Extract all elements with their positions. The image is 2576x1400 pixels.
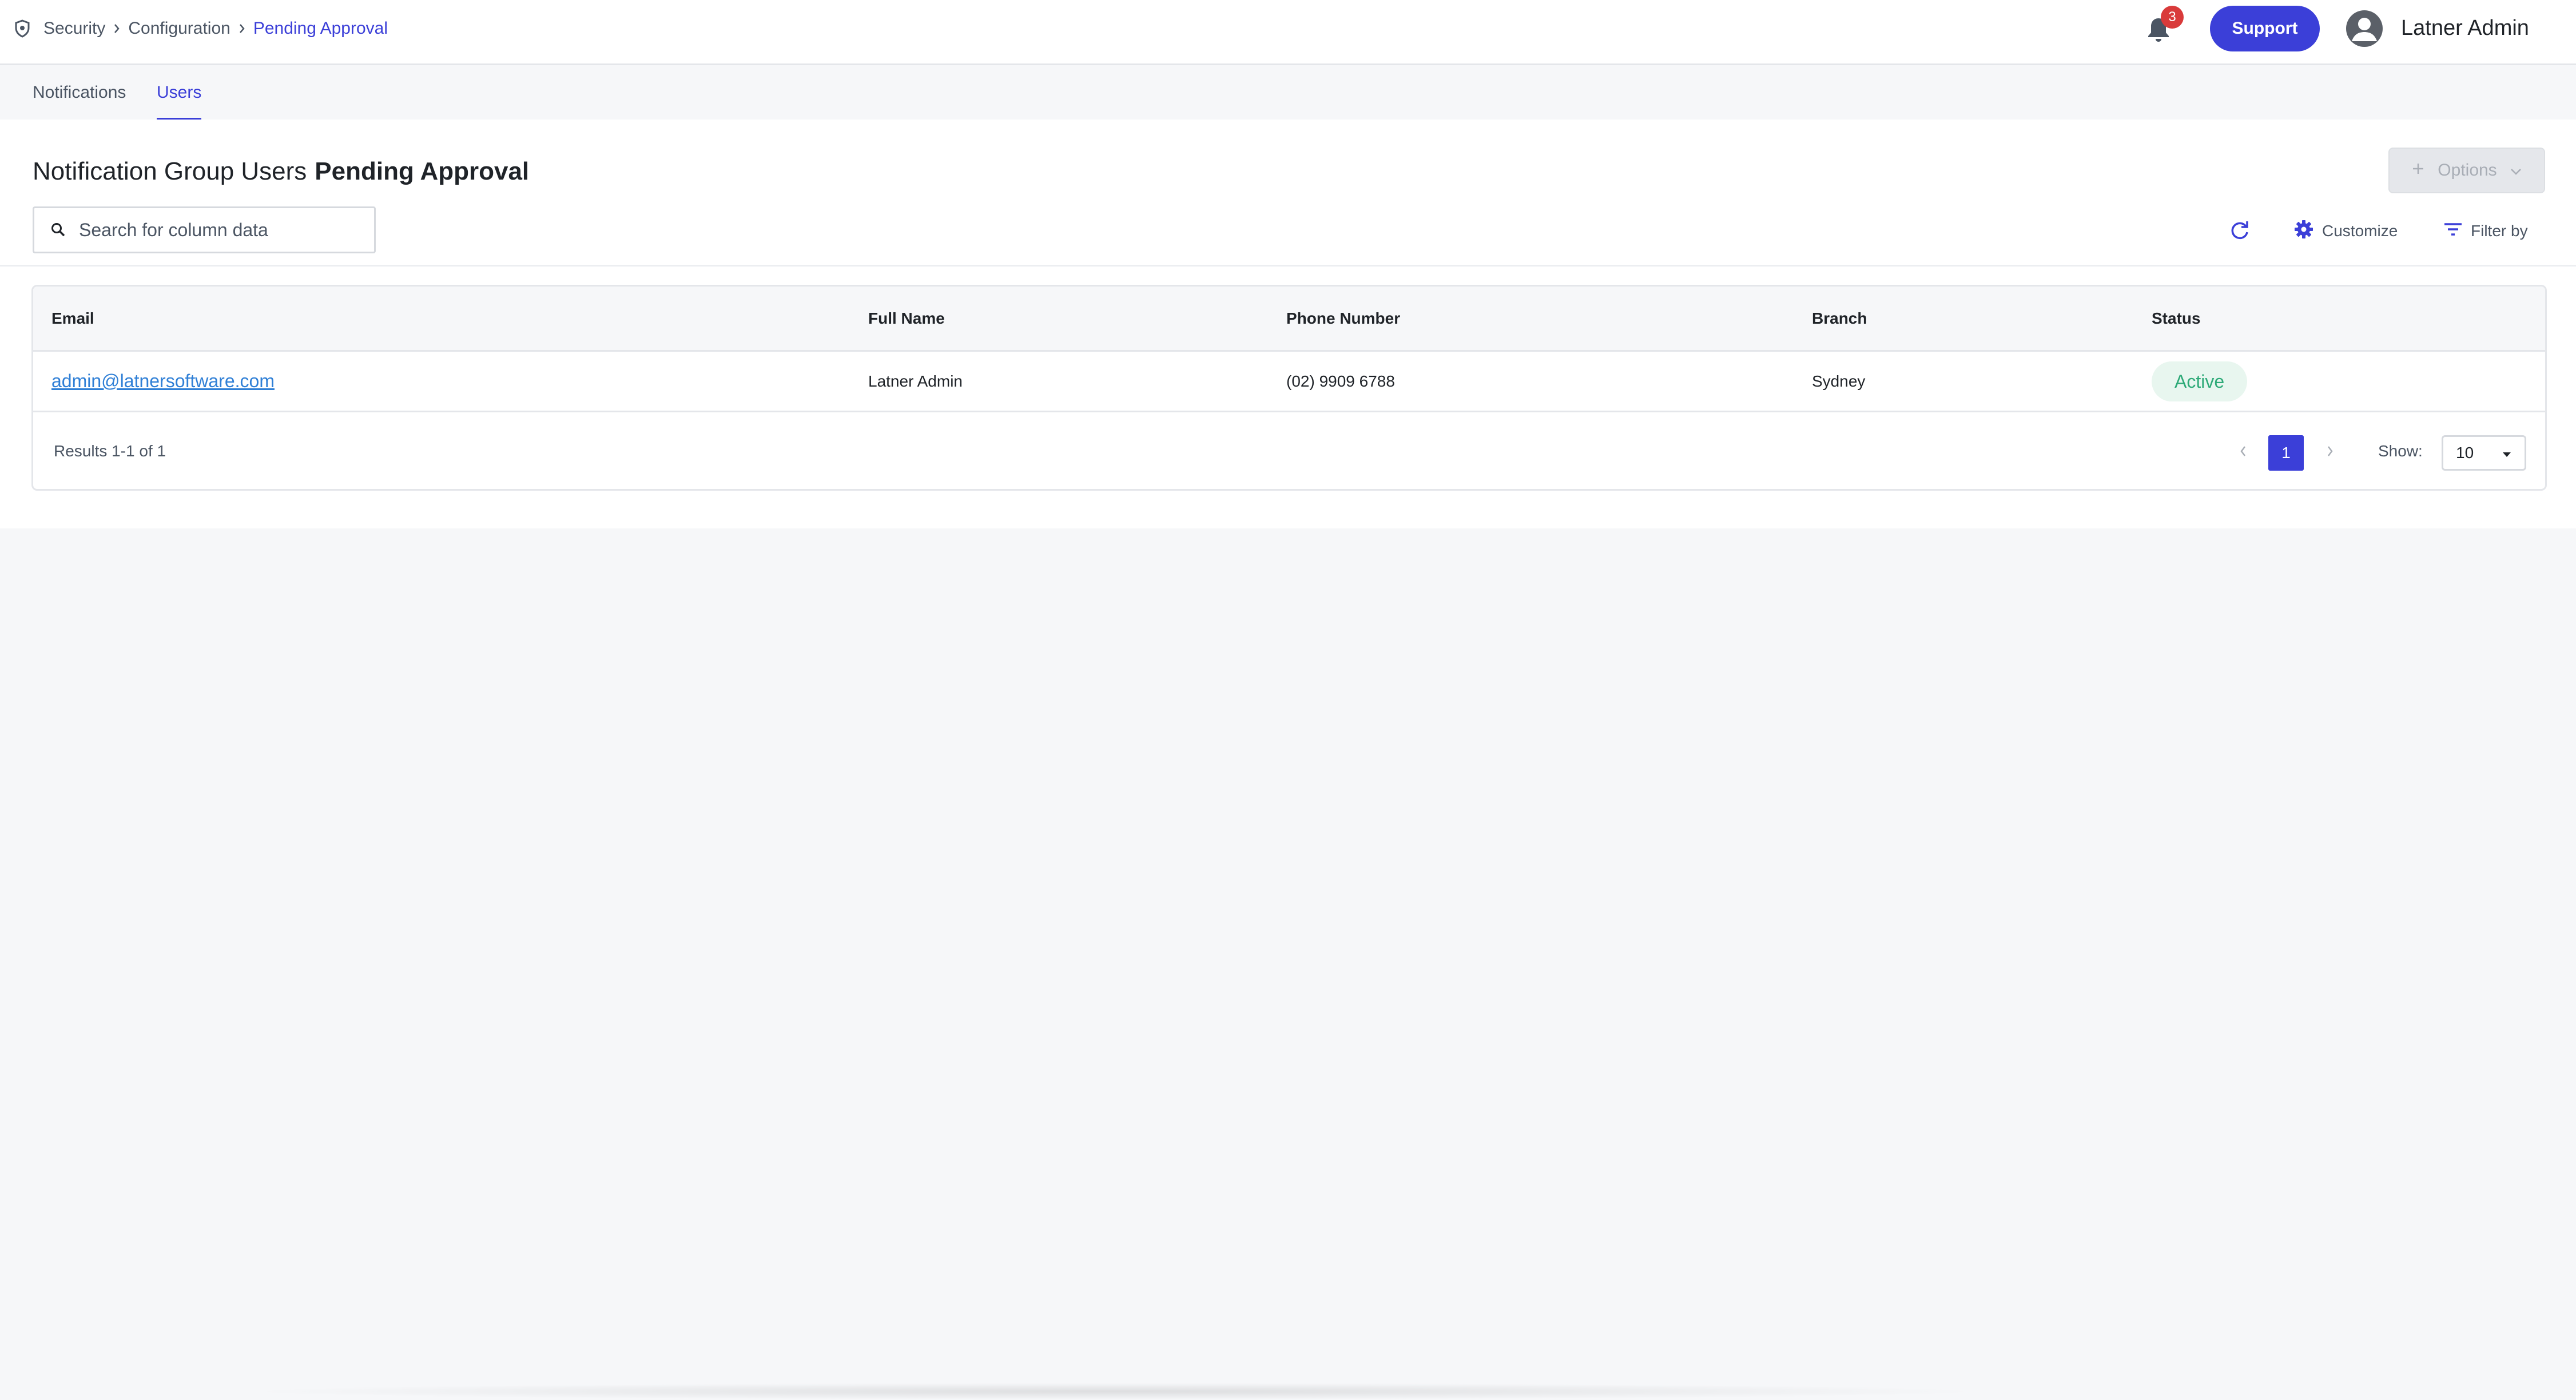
customize-tool: Customize <box>2293 219 2398 244</box>
column-header-status[interactable]: Status <box>2152 309 2201 328</box>
branch-cell: Sydney <box>1812 372 1866 390</box>
status-badge: Active <box>2152 361 2248 401</box>
chevron-down-icon <box>2510 161 2522 180</box>
filter-label: Filter by <box>2471 222 2528 240</box>
user-name[interactable]: Latner Admin <box>2401 16 2529 41</box>
filter-button[interactable]: Filter by <box>2443 217 2528 245</box>
column-header-phone-number[interactable]: Phone Number <box>1286 309 1400 328</box>
page-size-label: Show: <box>2378 442 2423 460</box>
breadcrumb-item-pending-approval: Pending Approval <box>253 19 388 38</box>
options-button[interactable]: Options <box>2388 148 2545 193</box>
top-header: Security Configuration Pending Approval … <box>0 0 2576 65</box>
chevron-right-icon <box>2326 445 2334 460</box>
plus-icon <box>2411 161 2425 180</box>
customize-button[interactable]: Customize <box>2293 217 2398 245</box>
breadcrumb-item-configuration[interactable]: Configuration <box>128 19 230 38</box>
main-panel: Notification Group Users Pending Approval… <box>0 120 2576 528</box>
column-header-full-name[interactable]: Full Name <box>868 309 945 328</box>
tab-bar: Notifications Users <box>0 67 2576 121</box>
table-footer: Results 1-1 of 1 1 Show: 10 <box>33 412 2545 489</box>
breadcrumb: Security Configuration Pending Approval <box>13 17 388 40</box>
bell-icon <box>2146 18 2171 46</box>
bottom-shadow <box>240 1383 1990 1400</box>
previous-page-button[interactable] <box>2232 435 2255 470</box>
page-size-select[interactable]: 10 <box>2442 435 2526 471</box>
customize-label: Customize <box>2322 222 2398 240</box>
table-header: Email Full Name Phone Number Branch Stat… <box>33 287 2545 352</box>
page-size-value: 10 <box>2456 444 2474 462</box>
tab-users[interactable]: Users <box>157 83 202 121</box>
search-field[interactable] <box>33 206 376 253</box>
chevron-right-icon <box>230 23 253 34</box>
user-avatar-icon[interactable] <box>2346 10 2383 47</box>
results-count: Results 1-1 of 1 <box>54 442 166 460</box>
search-icon <box>47 218 70 241</box>
caret-down-icon <box>2502 444 2512 462</box>
table-row[interactable]: admin@latnersoftware.com Latner Admin (0… <box>33 352 2545 412</box>
chevron-right-icon <box>105 23 128 34</box>
divider <box>0 265 2576 267</box>
support-button[interactable]: Support <box>2210 6 2320 51</box>
column-header-branch[interactable]: Branch <box>1812 309 1867 328</box>
column-header-email[interactable]: Email <box>51 309 94 328</box>
page-title-text: Notification Group Users <box>33 157 307 185</box>
notification-count-badge: 3 <box>2161 6 2184 29</box>
next-page-button[interactable] <box>2319 435 2342 470</box>
notifications-button[interactable]: 3 <box>2146 6 2184 46</box>
chevron-left-icon <box>2239 445 2247 460</box>
options-label: Options <box>2438 161 2497 180</box>
filter-tool: Filter by <box>2443 222 2528 241</box>
email-link[interactable]: admin@latnersoftware.com <box>51 371 275 392</box>
refresh-icon <box>2228 218 2251 244</box>
page-number-button[interactable]: 1 <box>2268 435 2304 471</box>
page-title: Notification Group Users Pending Approval <box>33 157 529 186</box>
gear-icon <box>2293 219 2314 244</box>
shield-icon <box>13 19 32 38</box>
full-name-cell: Latner Admin <box>868 372 963 390</box>
search-input[interactable] <box>79 219 365 241</box>
refresh-button[interactable] <box>2228 217 2251 245</box>
page-title-emphasis: Pending Approval <box>315 157 530 185</box>
filter-icon <box>2443 222 2463 241</box>
tab-notifications[interactable]: Notifications <box>33 83 126 120</box>
phone-number-cell: (02) 9909 6788 <box>1286 372 1395 390</box>
users-table: Email Full Name Phone Number Branch Stat… <box>31 285 2547 491</box>
breadcrumb-item-security[interactable]: Security <box>43 19 105 38</box>
